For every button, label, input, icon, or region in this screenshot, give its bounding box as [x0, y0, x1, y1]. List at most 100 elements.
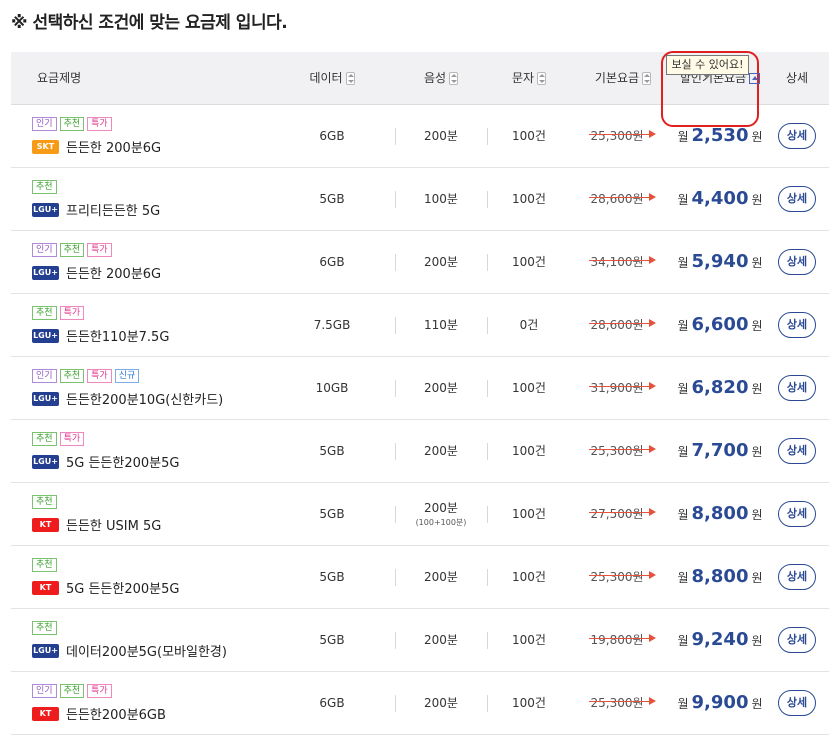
month-label: 월 — [677, 571, 689, 585]
carrier-logo: LGU+ — [32, 265, 59, 280]
data-cell: 5GB — [319, 191, 345, 206]
badge-list: 추천 특가 — [32, 430, 269, 446]
table-row[interactable]: 추천 LGU+ 프리티든든한 5G 5GB 100분 100건 28,600원 월… — [11, 167, 829, 230]
strike-line — [589, 197, 654, 198]
badge-pop: 인기 — [32, 684, 57, 698]
table-row[interactable]: 추천 LGU+ 데이터200분5G(모바일한경) 5GB 200분 100건 19… — [11, 608, 829, 671]
plan-table: 요금제명 데이터 음성 문자 기본요금 보실 수 있어요! 할인기본요금 상세 … — [11, 51, 829, 735]
header-voice[interactable]: 음성 — [395, 52, 487, 105]
discount-price: 6,820 — [691, 377, 749, 398]
arrow-icon — [648, 256, 656, 264]
header-data-label: 데이터 — [309, 71, 343, 86]
base-price-text: 28,600원 — [590, 318, 644, 332]
plan-cell: 추천 KT 5G 든든한200분5G — [11, 545, 269, 608]
plan-cell: 인기 추천 특가 KT 든든한200분6GB — [11, 671, 269, 734]
badge-pop: 인기 — [32, 369, 57, 383]
plan-name[interactable]: 든든한110분7.5G — [66, 330, 169, 345]
base-price-text: 25,300원 — [590, 570, 644, 584]
badge-rec: 추천 — [59, 684, 85, 698]
won-label: 원 — [751, 571, 763, 585]
detail-cell: 상세 — [765, 608, 829, 671]
carrier-logo: SKT — [32, 139, 59, 154]
plan-name[interactable]: 든든한 USIM 5G — [66, 519, 161, 534]
badge-list: 인기 추천 특가 — [32, 115, 269, 131]
detail-button[interactable]: 상세 — [778, 374, 816, 401]
discount-cell: 월 5,940 원 — [675, 230, 765, 293]
detail-button[interactable]: 상세 — [778, 437, 816, 464]
base-price: 27,500원 — [589, 505, 656, 522]
plan-name[interactable]: 든든한 200분6G — [66, 267, 161, 282]
detail-cell: 상세 — [765, 356, 829, 419]
voice-cell: 200분 — [395, 545, 487, 608]
header-sms[interactable]: 문자 — [487, 52, 571, 105]
carrier-logo: KT — [32, 580, 59, 595]
sort-icon[interactable] — [345, 72, 355, 86]
plan-name[interactable]: 5G 든든한200분5G — [66, 456, 179, 471]
sms-cell: 100건 — [487, 671, 571, 734]
table-row[interactable]: 인기 추천 특가 KT 든든한200분6GB 6GB 200분 100건 25,300… — [11, 671, 829, 734]
badge-list: 추천 — [32, 619, 269, 635]
detail-button[interactable]: 상세 — [778, 311, 816, 338]
badge-rec: 추천 — [32, 432, 57, 446]
voice-value: 200분 — [424, 129, 458, 143]
discount-cell: 월 2,530 원 — [675, 104, 765, 167]
arrow-icon — [648, 697, 656, 705]
detail-button[interactable]: 상세 — [778, 689, 816, 716]
detail-button[interactable]: 상세 — [778, 500, 816, 527]
header-detail: 상세 — [765, 52, 829, 105]
plan-cell: 인기 추천 특가 신규 LGU+ 든든한200분10G(신한카드) — [11, 356, 269, 419]
detail-cell: 상세 — [765, 671, 829, 734]
detail-button[interactable]: 상세 — [778, 626, 816, 653]
sms-cell: 100건 — [487, 356, 571, 419]
badge-sale: 특가 — [87, 243, 112, 257]
table-row[interactable]: 인기 추천 특가 LGU+ 든든한 200분6G 6GB 200분 100건 34,1… — [11, 230, 829, 293]
voice-cell: 200분 — [395, 356, 487, 419]
discount-cell: 월 6,820 원 — [675, 356, 765, 419]
header-data[interactable]: 데이터 — [269, 52, 395, 105]
base-price-text: 25,300원 — [590, 696, 644, 710]
voice-cell: 200분 — [395, 671, 487, 734]
detail-cell: 상세 — [765, 545, 829, 608]
plan-name[interactable]: 든든한 200분6G — [66, 141, 161, 156]
table-row[interactable]: 추천 특가 LGU+ 5G 든든한200분5G 5GB 200분 100건 25,3… — [11, 419, 829, 482]
table-row[interactable]: 추천 특가 LGU+ 든든한110분7.5G 7.5GB 110분 0건 28,60… — [11, 293, 829, 356]
plan-name[interactable]: 프리티든든한 5G — [66, 204, 160, 219]
table-row[interactable]: 인기 추천 특가 신규 LGU+ 든든한200분10G(신한카드) 10GB 200분 … — [11, 356, 829, 419]
plan-cell: 추천 특가 LGU+ 든든한110분7.5G — [11, 293, 269, 356]
discount-price: 4,400 — [691, 188, 749, 209]
plan-name[interactable]: 데이터200분5G(모바일한경) — [66, 645, 227, 660]
base-price: 25,300원 — [589, 568, 656, 585]
sms-cell: 100건 — [487, 482, 571, 545]
table-row[interactable]: 추천 KT 든든한 USIM 5G 5GB 200분 (100+100분) 100건… — [11, 482, 829, 545]
table-row[interactable]: 추천 KT 5G 든든한200분5G 5GB 200분 100건 25,300원 … — [11, 545, 829, 608]
carrier-logo: LGU+ — [32, 454, 59, 469]
sms-cell: 100건 — [487, 608, 571, 671]
badge-rec: 추천 — [59, 117, 85, 131]
badge-rec: 추천 — [59, 369, 85, 383]
sort-up-icon[interactable] — [749, 73, 761, 85]
plan-cell: 인기 추천 특가 LGU+ 든든한 200분6G — [11, 230, 269, 293]
voice-value: 200분 — [424, 444, 458, 458]
table-row[interactable]: 인기 추천 특가 SKT 든든한 200분6G 6GB 200분 100건 25,30… — [11, 104, 829, 167]
header-discount[interactable]: 보실 수 있어요! 할인기본요금 — [661, 51, 765, 128]
detail-button[interactable]: 상세 — [778, 122, 816, 149]
sort-icon[interactable] — [537, 72, 547, 86]
plan-name[interactable]: 5G 든든한200분5G — [66, 582, 179, 597]
sort-icon[interactable] — [642, 72, 652, 86]
base-price-text: 27,500원 — [590, 507, 644, 521]
plan-name[interactable]: 든든한200분6GB — [66, 708, 166, 723]
detail-button[interactable]: 상세 — [778, 248, 816, 275]
detail-button[interactable]: 상세 — [778, 563, 816, 590]
arrow-icon — [648, 130, 656, 138]
strike-line — [589, 512, 654, 513]
strike-line — [589, 449, 654, 450]
plan-name[interactable]: 든든한200분10G(신한카드) — [66, 393, 223, 408]
arrow-icon — [648, 508, 656, 516]
badge-list: 추천 특가 — [32, 304, 269, 320]
voice-value: 200분 — [424, 381, 458, 395]
header-base[interactable]: 기본요금 — [571, 52, 675, 105]
detail-button[interactable]: 상세 — [778, 185, 816, 212]
sort-icon[interactable] — [449, 72, 459, 86]
base-price-text: 34,100원 — [590, 255, 644, 269]
plan-cell: 추천 LGU+ 프리티든든한 5G — [11, 167, 269, 230]
